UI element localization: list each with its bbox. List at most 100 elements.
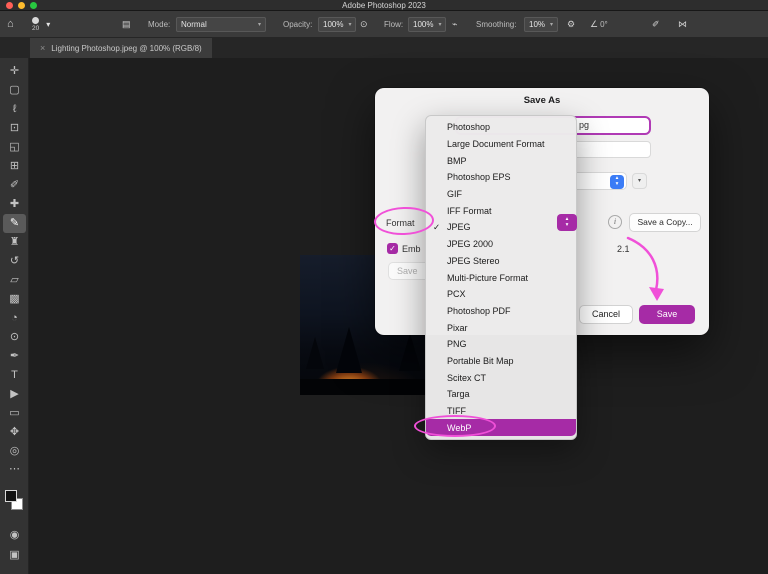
format-option-iff-format[interactable]: IFF Format: [426, 202, 576, 219]
format-option-png[interactable]: PNG: [426, 336, 576, 353]
smoothing-options-gear-icon[interactable]: ⚙: [567, 19, 575, 30]
clone-stamp-tool[interactable]: ♜: [3, 233, 26, 252]
format-option-pcx[interactable]: PCX: [426, 286, 576, 303]
format-option-tiff[interactable]: TIFF: [426, 403, 576, 420]
options-bar: ⌂ 20 ▾ ▤ Mode: Normal ▾ Opacity: 100% ▾ …: [0, 11, 768, 38]
frame-tool[interactable]: ⊞: [3, 157, 26, 176]
format-menu-list: Photoshop Large Document Format BMP Photosh…: [425, 115, 577, 441]
edit-toolbar-icon[interactable]: ⋯: [3, 462, 26, 475]
format-option-jpeg[interactable]: ✓ JPEG: [426, 219, 576, 236]
info-icon[interactable]: i: [608, 215, 622, 229]
format-option-label: WebP: [447, 422, 472, 433]
quick-mask-icon[interactable]: ◉: [3, 528, 26, 541]
smoothing-value: 10%: [529, 19, 546, 29]
marquee-tool[interactable]: ▢: [3, 81, 26, 100]
home-icon[interactable]: ⌂: [7, 18, 14, 30]
flow-label: Flow:: [384, 19, 404, 29]
format-option-pixar[interactable]: Pixar: [426, 319, 576, 336]
pressure-size-icon[interactable]: ✐: [652, 19, 660, 30]
format-option-bmp[interactable]: BMP: [426, 152, 576, 169]
opacity-dropdown[interactable]: 100% ▾: [318, 16, 357, 32]
document-tab[interactable]: × Lighting Photoshop.jpeg @ 100% (RGB/8): [30, 38, 212, 58]
eraser-tool[interactable]: ▱: [3, 271, 26, 290]
foreground-color-swatch[interactable]: [5, 490, 17, 502]
save-button[interactable]: Save: [639, 305, 695, 324]
save-a-copy-button[interactable]: Save a Copy...: [629, 213, 701, 232]
document-tab-title: Lighting Photoshop.jpeg @ 100% (RGB/8): [51, 43, 202, 53]
flow-dropdown[interactable]: 100% ▾: [408, 16, 447, 32]
brush-preview-icon: 20: [32, 16, 40, 32]
chevron-down-icon: ▾: [46, 19, 51, 29]
format-label: Format: [386, 218, 415, 228]
tree-silhouette: [306, 337, 324, 369]
format-option-label: Portable Bit Map: [447, 355, 514, 366]
airbrush-icon[interactable]: ⌁: [452, 19, 457, 30]
format-option-label: JPEG Stereo: [447, 255, 500, 266]
object-selection-tool[interactable]: ⊡: [3, 119, 26, 138]
chevron-down-icon: ▾: [637, 178, 641, 184]
format-option-photoshop-eps[interactable]: Photoshop EPS: [426, 169, 576, 186]
zoom-tool[interactable]: ◎: [3, 442, 26, 461]
format-option-label: TIFF: [447, 406, 466, 417]
lasso-tool[interactable]: ℓ: [3, 100, 26, 119]
brush-settings-panel-icon[interactable]: ▤: [122, 19, 131, 30]
healing-brush-tool[interactable]: ✚: [3, 195, 26, 214]
format-option-label: Scitex CT: [447, 372, 487, 383]
chevron-down-icon: ▾: [348, 21, 352, 28]
expand-dialog-button[interactable]: ▾: [632, 173, 647, 189]
format-popup-stepper-icon[interactable]: ▴ ▾: [557, 214, 577, 231]
format-option-jpeg-stereo[interactable]: JPEG Stereo: [426, 253, 576, 270]
app-title: Adobe Photoshop 2023: [342, 1, 426, 10]
format-option-multi-picture-format[interactable]: Multi-Picture Format: [426, 269, 576, 286]
color-profile-text: 2.1: [617, 244, 630, 254]
smoothing-dropdown[interactable]: 10% ▾: [524, 16, 559, 32]
mode-label: Mode:: [148, 19, 171, 29]
path-selection-tool[interactable]: ▶: [3, 385, 26, 404]
format-option-label: GIF: [447, 189, 462, 200]
format-option-label: Pixar: [447, 322, 468, 333]
opacity-label: Opacity:: [283, 19, 313, 29]
pressure-opacity-icon[interactable]: ⊙: [360, 19, 368, 30]
selected-check-icon: ✓: [433, 221, 441, 232]
move-tool[interactable]: ✛: [3, 62, 26, 81]
brush-preset-picker[interactable]: 20 ▾: [32, 11, 54, 37]
type-tool[interactable]: T: [3, 366, 26, 385]
brush-size-value: 20: [32, 24, 40, 32]
format-option-gif[interactable]: GIF: [426, 186, 576, 203]
titlebar: Adobe Photoshop 2023: [0, 0, 768, 11]
blur-tool[interactable]: ◔: [3, 309, 26, 328]
mode-value: Normal: [181, 19, 207, 29]
angle-value: 0°: [600, 19, 608, 29]
format-option-portable-bit-map[interactable]: Portable Bit Map: [426, 353, 576, 370]
chevron-down-icon: ▾: [550, 21, 554, 28]
angle-icon: ∠: [590, 18, 599, 29]
ground-silhouette: [300, 379, 433, 395]
format-option-photoshop-pdf[interactable]: Photoshop PDF: [426, 303, 576, 320]
mode-dropdown[interactable]: Normal ▾: [176, 16, 266, 32]
pen-tool[interactable]: ✒: [3, 347, 26, 366]
brush-tool[interactable]: ✎: [3, 214, 26, 233]
format-option-webp[interactable]: WebP: [426, 419, 576, 437]
symmetry-icon[interactable]: ⋈: [678, 19, 687, 30]
dodge-tool[interactable]: ⊙: [3, 328, 26, 347]
gradient-tool[interactable]: ▩: [3, 290, 26, 309]
format-option-scitex-ct[interactable]: Scitex CT: [426, 369, 576, 386]
format-option-photoshop[interactable]: Photoshop: [426, 119, 576, 136]
screen-mode-icon[interactable]: ▣: [3, 548, 26, 561]
format-option-jpeg-2000[interactable]: JPEG 2000: [426, 236, 576, 253]
check-icon: ✓: [389, 244, 396, 253]
brush-angle-control[interactable]: ∠ 0°: [590, 11, 608, 37]
eyedropper-tool[interactable]: ✐: [3, 176, 26, 195]
photoshop-window: Adobe Photoshop 2023 ⌂ 20 ▾ ▤ Mode: Norm…: [0, 0, 768, 574]
crop-tool[interactable]: ◱: [3, 138, 26, 157]
tools-panel: ✛ ▢ ℓ ⊡ ◱ ⊞ ✐ ✚ ✎ ♜ ↺ ▱ ▩ ◔ ⊙ ✒ T ▶ ▭ ✥ ◎ ⋯ ◉ ▣: [0, 58, 29, 574]
cancel-button[interactable]: Cancel: [579, 305, 633, 324]
history-brush-tool[interactable]: ↺: [3, 252, 26, 271]
format-option-label: PNG: [447, 339, 467, 350]
format-option-large-document-format[interactable]: Large Document Format: [426, 136, 576, 153]
embed-profile-checkbox[interactable]: ✓: [387, 243, 398, 254]
rectangle-tool[interactable]: ▭: [3, 404, 26, 423]
format-option-targa[interactable]: Targa: [426, 386, 576, 403]
hand-tool[interactable]: ✥: [3, 423, 26, 442]
close-tab-icon[interactable]: ×: [40, 43, 45, 53]
